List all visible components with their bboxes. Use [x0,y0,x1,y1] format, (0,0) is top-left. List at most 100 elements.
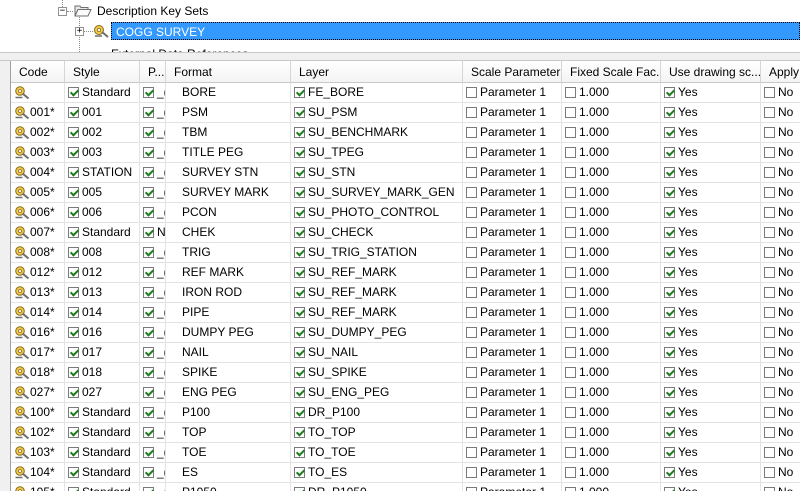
cell-scale[interactable]: Parameter 1 [463,483,562,491]
fixed-checkbox[interactable] [565,167,576,178]
cell-layer[interactable]: SU_PSM [291,103,463,123]
scale-checkbox[interactable] [466,227,477,238]
cell-format[interactable]: NAIL [166,343,291,363]
cell-format[interactable]: PSM [166,103,291,123]
style-checkbox[interactable] [68,227,79,238]
style-checkbox[interactable] [68,407,79,418]
cell-style[interactable]: 016 [65,323,140,343]
cell-p[interactable]: _( [140,163,166,183]
layer-checkbox[interactable] [294,487,305,491]
apply-checkbox[interactable] [764,367,775,378]
cell-format[interactable]: SPIKE [166,363,291,383]
p-checkbox[interactable] [143,127,154,138]
cell-fixed[interactable]: 1.000 [562,343,661,363]
cell-scale[interactable]: Parameter 1 [463,443,562,463]
cell-code[interactable]: 103* [11,443,65,463]
layer-checkbox[interactable] [294,247,305,258]
cell-use[interactable]: Yes [661,423,761,443]
fixed-checkbox[interactable] [565,107,576,118]
p-checkbox[interactable] [143,467,154,478]
cell-fixed[interactable]: 1.000 [562,323,661,343]
cell-p[interactable]: _( [140,443,166,463]
apply-checkbox[interactable] [764,207,775,218]
cell-format[interactable]: TOE [166,443,291,463]
cell-fixed[interactable]: 1.000 [562,463,661,483]
table-row[interactable]: 014* 014 _(PIPE SU_REF_MARK Parameter 1 1.000… [11,303,800,323]
cell-format[interactable]: PIPE [166,303,291,323]
cell-style[interactable]: Standard [65,423,140,443]
cell-style[interactable]: 017 [65,343,140,363]
use-checkbox[interactable] [664,167,675,178]
style-checkbox[interactable] [68,107,79,118]
apply-checkbox[interactable] [764,307,775,318]
cell-code[interactable]: 014* [11,303,65,323]
cell-scale[interactable]: Parameter 1 [463,403,562,423]
cell-layer[interactable]: SU_CHECK [291,223,463,243]
apply-checkbox[interactable] [764,147,775,158]
cell-layer[interactable]: SU_TRIG_STATION [291,243,463,263]
p-checkbox[interactable] [143,167,154,178]
cell-style[interactable]: STATION [65,163,140,183]
column-header-use-drawing-scale[interactable]: Use drawing sc... [661,61,761,83]
cell-code[interactable]: 105* [11,483,65,491]
cell-use[interactable]: Yes [661,343,761,363]
table-row[interactable]: 001* 001 _(PSM SU_PSM Parameter 1 1.000 Yes No [11,103,800,123]
fixed-checkbox[interactable] [565,207,576,218]
layer-checkbox[interactable] [294,87,305,98]
scale-checkbox[interactable] [466,427,477,438]
cell-scale[interactable]: Parameter 1 [463,143,562,163]
tree-node-description-key-sets[interactable]: Description Key Sets [97,4,208,18]
use-checkbox[interactable] [664,467,675,478]
scale-checkbox[interactable] [466,147,477,158]
layer-checkbox[interactable] [294,267,305,278]
p-checkbox[interactable] [143,107,154,118]
cell-fixed[interactable]: 1.000 [562,443,661,463]
use-checkbox[interactable] [664,207,675,218]
cell-fixed[interactable]: 1.000 [562,163,661,183]
cell-p[interactable]: _( [140,143,166,163]
cell-style[interactable]: 001 [65,103,140,123]
cell-p[interactable]: _( [140,283,166,303]
style-checkbox[interactable] [68,447,79,458]
cell-fixed[interactable]: 1.000 [562,223,661,243]
cell-code[interactable]: 001* [11,103,65,123]
cell-scale[interactable]: Parameter 1 [463,203,562,223]
cell-format[interactable]: ES [166,463,291,483]
use-checkbox[interactable] [664,307,675,318]
layer-checkbox[interactable] [294,387,305,398]
layer-checkbox[interactable] [294,447,305,458]
cell-layer[interactable]: SU_REF_MARK [291,283,463,303]
cell-use[interactable]: Yes [661,123,761,143]
p-checkbox[interactable] [143,427,154,438]
cell-format[interactable]: DUMPY PEG [166,323,291,343]
cell-format[interactable]: PCON [166,203,291,223]
style-checkbox[interactable] [68,267,79,278]
cell-style[interactable]: 006 [65,203,140,223]
cell-layer[interactable]: SU_REF_MARK [291,303,463,323]
cell-apply[interactable]: No [761,303,800,323]
table-row[interactable]: 103* Standard _(TOE TO_TOE Parameter 1 1.000 Y… [11,443,800,463]
cell-use[interactable]: Yes [661,403,761,423]
layer-checkbox[interactable] [294,367,305,378]
apply-checkbox[interactable] [764,487,775,491]
fixed-checkbox[interactable] [565,287,576,298]
cell-apply[interactable]: No [761,103,800,123]
fixed-checkbox[interactable] [565,307,576,318]
cell-scale[interactable]: Parameter 1 [463,383,562,403]
cell-layer[interactable]: SU_DUMPY_PEG [291,323,463,343]
cell-use[interactable]: Yes [661,463,761,483]
cell-fixed[interactable]: 1.000 [562,143,661,163]
cell-format[interactable]: CHEK [166,223,291,243]
column-header-code[interactable]: Code [11,61,65,83]
cell-scale[interactable]: Parameter 1 [463,163,562,183]
table-row[interactable]: 006* 006 _(PCON SU_PHOTO_CONTROL Parameter 1… [11,203,800,223]
layer-checkbox[interactable] [294,327,305,338]
p-checkbox[interactable] [143,87,154,98]
apply-checkbox[interactable] [764,447,775,458]
cell-use[interactable]: Yes [661,363,761,383]
cell-apply[interactable]: No [761,423,800,443]
cell-use[interactable]: Yes [661,303,761,323]
p-checkbox[interactable] [143,207,154,218]
cell-scale[interactable]: Parameter 1 [463,183,562,203]
layer-checkbox[interactable] [294,347,305,358]
